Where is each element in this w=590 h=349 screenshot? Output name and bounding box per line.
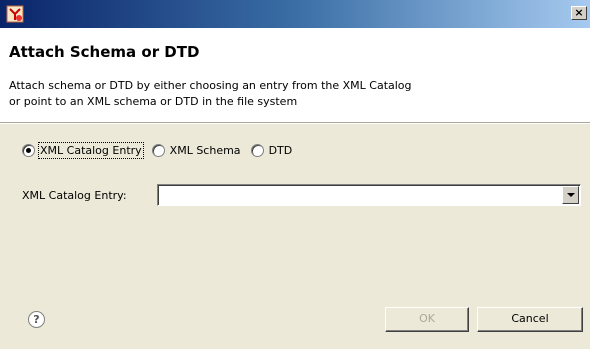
source-radio-group: XML Catalog Entry XML Schema DTD — [22, 141, 302, 159]
dialog-header: Attach Schema or DTD Attach schema or DT… — [0, 28, 590, 122]
help-button[interactable]: ? — [28, 311, 45, 328]
description-line-2: or point to an XML schema or DTD in the … — [9, 95, 298, 108]
radio-button-checked[interactable] — [22, 143, 35, 157]
question-icon: ? — [33, 313, 40, 326]
page-description: Attach schema or DTD by either choosing … — [9, 78, 569, 110]
radio-label-xml-schema: XML Schema — [169, 143, 241, 157]
radio-xml-schema[interactable]: XML Schema — [151, 143, 241, 157]
radio-button[interactable] — [250, 143, 264, 157]
radio-dtd[interactable]: DTD — [250, 143, 293, 157]
title-bar[interactable]: × — [0, 0, 590, 28]
close-button[interactable]: × — [571, 6, 587, 20]
radio-label-dtd: DTD — [268, 143, 293, 157]
chevron-down-icon[interactable] — [562, 186, 579, 204]
radio-label-xml-catalog-entry: XML Catalog Entry — [38, 141, 144, 159]
radio-button[interactable] — [151, 143, 165, 157]
page-title: Attach Schema or DTD — [9, 43, 200, 61]
radio-xml-catalog-entry[interactable]: XML Catalog Entry — [22, 141, 144, 159]
app-icon — [6, 5, 24, 23]
catalog-entry-select[interactable] — [157, 184, 581, 206]
description-line-1: Attach schema or DTD by either choosing … — [9, 79, 412, 92]
catalog-entry-label: XML Catalog Entry: — [22, 189, 127, 202]
attach-schema-dialog: × Attach Schema or DTD Attach schema or … — [0, 0, 590, 349]
ok-button[interactable]: OK — [385, 307, 469, 332]
close-icon: × — [574, 6, 584, 19]
header-separator — [0, 122, 590, 124]
cancel-button[interactable]: Cancel — [477, 307, 583, 332]
